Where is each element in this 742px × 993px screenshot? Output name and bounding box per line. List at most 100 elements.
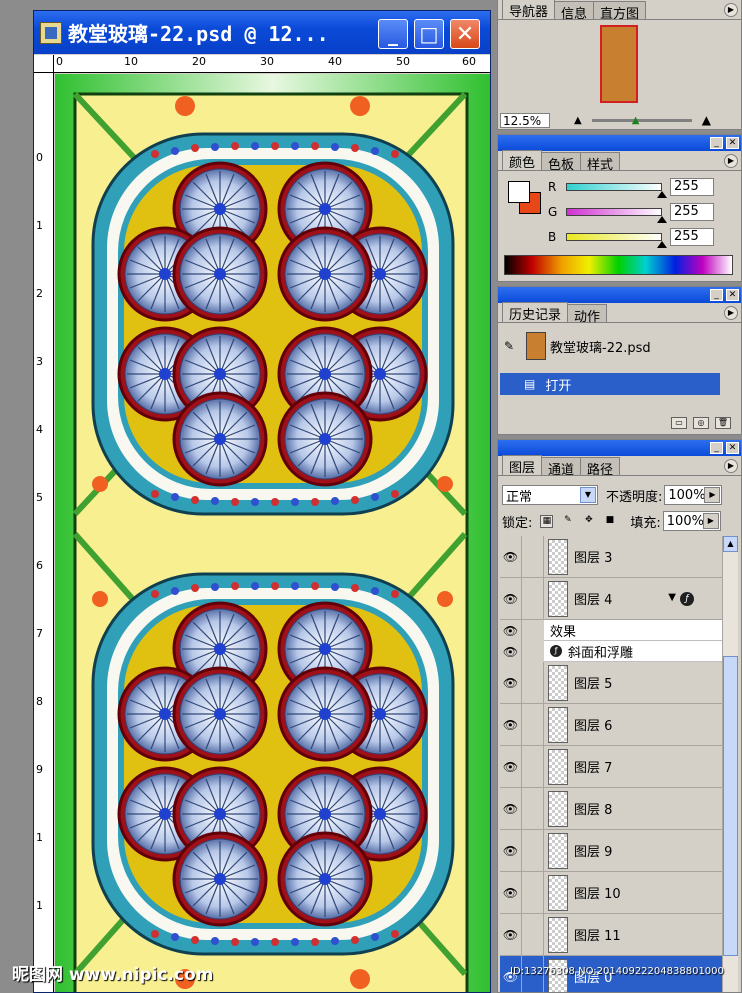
history-snapshot[interactable]: ✎ 教堂玻璃-22.psd (500, 331, 720, 361)
ruler-origin[interactable] (34, 55, 54, 73)
slider-thumb-icon[interactable] (657, 216, 667, 223)
layer-link-cell[interactable] (522, 913, 544, 956)
red-slider[interactable] (566, 183, 667, 198)
lock-all-icon[interactable]: ■ (603, 515, 616, 528)
tab-actions[interactable]: 动作 (567, 304, 608, 325)
layer-row[interactable]: 👁 图层 6 (500, 703, 722, 746)
layer-row[interactable]: 👁 图层 8 (500, 787, 722, 830)
zoom-slider-thumb[interactable]: ▲ (632, 115, 640, 126)
eye-icon[interactable]: 👁 (500, 641, 522, 662)
panel-minimize-button[interactable]: _ (710, 442, 723, 454)
blue-value-field[interactable]: 255 (670, 228, 714, 246)
new-document-icon[interactable]: ▭ (671, 417, 687, 429)
layer-link-cell[interactable] (522, 871, 544, 914)
zoom-out-icon[interactable]: ▲ (574, 115, 582, 126)
layer-list[interactable]: 👁 图层 3 👁 图层 4 ▼ ƒ 👁 效果 👁 ƒ 斜面和浮雕 👁 图层 5 👁 (500, 536, 722, 992)
trash-icon[interactable]: 🗑 (715, 417, 731, 429)
document-titlebar[interactable]: 教堂玻璃-22.psd @ 12... _ □ ✕ (34, 11, 490, 54)
scroll-up-icon[interactable]: ▲ (723, 536, 738, 552)
layer-link-cell[interactable] (522, 536, 544, 578)
layer-effects-icon[interactable]: ƒ (680, 592, 694, 606)
tab-navigator[interactable]: 导航器 (502, 0, 556, 20)
tab-swatches[interactable]: 色板 (541, 152, 582, 173)
history-item-open[interactable]: ▤ 打开 (500, 373, 720, 395)
zoom-slider[interactable]: ▲ (591, 115, 692, 126)
eye-icon[interactable]: 👁 (500, 829, 522, 872)
eye-icon[interactable]: 👁 (500, 577, 522, 620)
expand-effects-icon[interactable]: ▼ (668, 592, 676, 603)
tab-paths[interactable]: 路径 (580, 457, 621, 478)
tab-layers[interactable]: 图层 (502, 455, 543, 476)
opacity-arrow-icon[interactable]: ▶ (704, 487, 721, 503)
layer-row[interactable]: 👁 图层 10 (500, 871, 722, 914)
minimize-button[interactable]: _ (378, 19, 408, 49)
layer-row[interactable]: 👁 图层 11 (500, 913, 722, 956)
zoom-in-icon[interactable]: ▲ (702, 113, 711, 127)
history-brush-icon[interactable]: ✎ (504, 339, 514, 353)
layer-scrollbar[interactable]: ▲ (722, 536, 738, 992)
blend-mode-select[interactable]: 正常 ▼ (502, 485, 598, 505)
layer-row[interactable]: 👁 图层 3 (500, 536, 722, 578)
green-slider[interactable] (566, 208, 667, 223)
tab-histogram[interactable]: 直方图 (593, 1, 647, 22)
green-value-field[interactable]: 255 (670, 203, 714, 221)
layer-link-cell[interactable] (522, 703, 544, 746)
blue-slider[interactable] (566, 233, 667, 248)
panel-menu-icon[interactable]: ▶ (724, 3, 738, 17)
tab-history[interactable]: 历史记录 (502, 302, 569, 323)
layer-row[interactable]: 👁 图层 4 ▼ ƒ (500, 577, 722, 620)
eye-icon[interactable]: 👁 (500, 913, 522, 956)
color-spectrum-bar[interactable] (504, 255, 733, 275)
layer-row[interactable]: 👁 图层 9 (500, 829, 722, 872)
fill-field[interactable]: 100% ▶ (662, 511, 721, 531)
layer-link-cell[interactable] (522, 745, 544, 788)
lock-transparency-icon[interactable]: ▦ (540, 514, 554, 528)
effect-row-bevel[interactable]: 👁 ƒ 斜面和浮雕 (500, 641, 722, 662)
zoom-field[interactable]: 12.5% (500, 112, 550, 128)
panel-minimize-button[interactable]: _ (710, 137, 723, 149)
panel-close-button[interactable]: ✕ (726, 442, 739, 454)
maximize-button[interactable]: □ (414, 19, 444, 49)
effects-header-row[interactable]: 👁 效果 (500, 620, 722, 641)
panel-minimize-button[interactable]: _ (710, 289, 723, 301)
scrollbar-thumb[interactable] (723, 656, 738, 956)
close-button[interactable]: ✕ (450, 19, 480, 49)
layer-link-cell[interactable] (522, 577, 544, 620)
slider-thumb-icon[interactable] (657, 191, 667, 198)
panel-menu-icon[interactable]: ▶ (724, 306, 738, 320)
eye-icon[interactable]: 👁 (500, 703, 522, 746)
panel-menu-icon[interactable]: ▶ (724, 459, 738, 473)
document-window[interactable]: 教堂玻璃-22.psd @ 12... _ □ ✕ 0 10 20 30 40 … (33, 10, 491, 993)
chevron-down-icon[interactable]: ▼ (580, 487, 596, 503)
lock-move-icon[interactable]: ✥ (582, 515, 595, 528)
tab-info[interactable]: 信息 (554, 1, 595, 22)
tab-channels[interactable]: 通道 (541, 457, 582, 478)
panel-titlebar[interactable]: _ ✕ (498, 287, 741, 303)
tab-styles[interactable]: 样式 (580, 152, 621, 173)
eye-icon[interactable]: 👁 (500, 745, 522, 788)
red-value-field[interactable]: 255 (670, 178, 714, 196)
layer-link-cell[interactable] (522, 829, 544, 872)
panel-titlebar[interactable]: _ ✕ (498, 440, 741, 456)
slider-thumb-icon[interactable] (657, 241, 667, 248)
layer-link-cell[interactable] (522, 661, 544, 704)
vertical-ruler[interactable]: 0 1 2 3 4 5 6 7 8 9 1 1 (34, 55, 54, 992)
navigator-preview[interactable] (500, 21, 737, 111)
eye-icon[interactable]: 👁 (500, 620, 522, 641)
eye-icon[interactable]: 👁 (500, 871, 522, 914)
layer-row[interactable]: 👁 图层 5 (500, 661, 722, 704)
new-snapshot-icon[interactable]: ◎ (693, 417, 709, 429)
opacity-field[interactable]: 100% ▶ (664, 485, 723, 505)
panel-titlebar[interactable]: _ ✕ (498, 135, 741, 151)
panel-menu-icon[interactable]: ▶ (724, 154, 738, 168)
eye-icon[interactable]: 👁 (500, 536, 522, 578)
fill-arrow-icon[interactable]: ▶ (702, 513, 719, 529)
panel-close-button[interactable]: ✕ (726, 137, 739, 149)
panel-close-button[interactable]: ✕ (726, 289, 739, 301)
tab-color[interactable]: 颜色 (502, 150, 543, 171)
eye-icon[interactable]: 👁 (500, 661, 522, 704)
navigator-thumbnail[interactable] (600, 25, 638, 103)
layer-row[interactable]: 👁 图层 7 (500, 745, 722, 788)
foreground-color-swatch[interactable] (508, 181, 530, 203)
image-canvas[interactable] (55, 74, 490, 992)
